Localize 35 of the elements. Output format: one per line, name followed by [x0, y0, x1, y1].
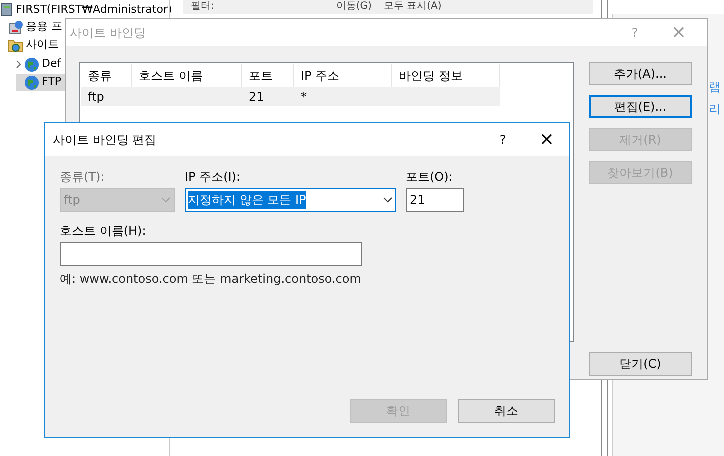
field-label: IP 주소(I): — [185, 169, 242, 186]
dialog-button[interactable]: 편집(E)... — [589, 95, 692, 118]
table-cell-text: ftp — [88, 88, 104, 106]
tree-item[interactable]: FIRST(FIRST₩Administrator) — [0, 3, 180, 17]
help-button[interactable]: ? — [493, 130, 513, 148]
go-button[interactable]: 이동(G) — [336, 1, 372, 13]
window-title: 사이트 바인딩 — [70, 24, 147, 42]
chevron-down-icon — [161, 197, 171, 203]
folder-globe-icon — [8, 38, 24, 53]
tree-item[interactable]: 응용 프 — [8, 19, 70, 36]
tree-item[interactable]: 사이트 — [8, 37, 67, 54]
field-label: 호스트 이름(H): — [60, 223, 148, 240]
ip-select[interactable]: 지정하지 않은 모든 IP — [185, 188, 396, 212]
globe-icon — [24, 56, 40, 72]
field-label: 종류(T): — [60, 169, 106, 186]
table-cell-text: * — [301, 88, 307, 106]
server-icon — [0, 3, 14, 17]
table-cell-text: 21 — [249, 88, 264, 106]
port-field[interactable]: 21 — [406, 188, 464, 212]
filter-label: 필터: — [191, 1, 214, 13]
chevron-icon[interactable] — [16, 60, 22, 69]
dialog-button[interactable]: 추가(A)... — [589, 62, 692, 85]
dialog-button[interactable]: 취소 — [458, 399, 555, 423]
window-title: 사이트 바인딩 편집 — [53, 132, 158, 148]
show-all-button[interactable]: 모두 표시(A) — [384, 1, 442, 13]
globe-icon — [24, 74, 40, 90]
host-name-field[interactable] — [60, 242, 362, 266]
field-label: 포트(O): — [406, 169, 454, 186]
table-row[interactable]: ftp 21 * — [81, 87, 500, 106]
example-text: 예: www.contoso.com 또는 marketing.contoso.com — [60, 271, 362, 288]
close-dialog-button[interactable]: 닫기(C) — [589, 352, 692, 376]
close-button[interactable]: × — [537, 126, 557, 153]
tree-item[interactable]: Def — [16, 56, 70, 73]
app-pool-icon — [8, 20, 24, 36]
chevron-down-icon — [383, 197, 393, 203]
